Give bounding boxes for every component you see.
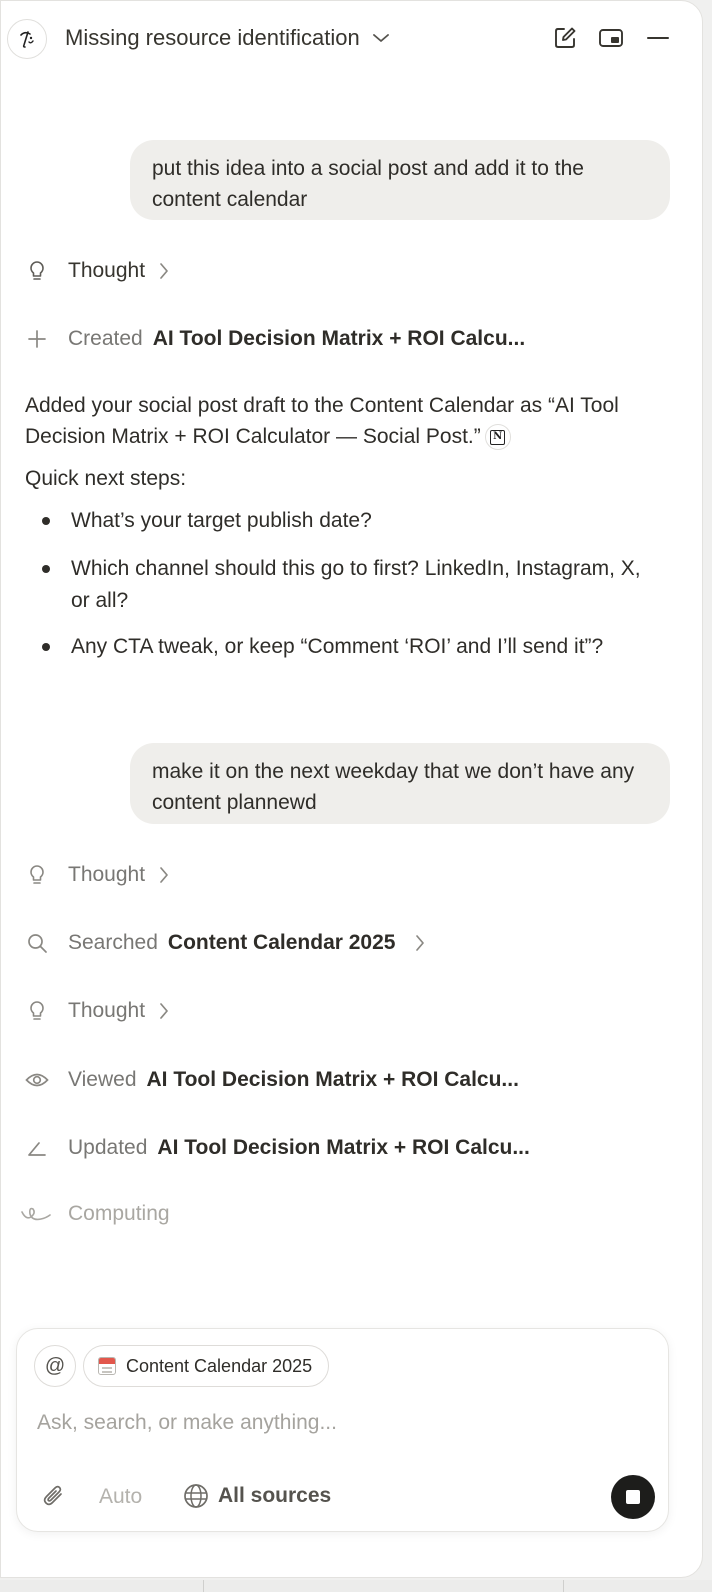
computing-status: Computing (21, 1198, 170, 1230)
step-object: AI Tool Decision Matrix + ROI Calcu... (157, 1136, 530, 1159)
model-selector[interactable]: Auto (99, 1485, 142, 1509)
paperclip-icon (43, 1485, 62, 1506)
list-item: What’s your target publish date? (25, 505, 665, 537)
user-message: put this idea into a social post and add… (130, 140, 670, 220)
conversation-title-dropdown[interactable]: Missing resource identification (65, 25, 390, 51)
thought-step[interactable]: Thought (25, 859, 169, 891)
calendar-icon (98, 1357, 116, 1375)
at-icon: @ (44, 1354, 66, 1377)
user-message: make it on the next weekday that we don’… (130, 743, 670, 824)
picture-in-picture-icon (599, 29, 623, 47)
chat-composer: @ Content Calendar 2025 Auto All sources (16, 1328, 669, 1532)
ai-chat-panel: Missing resource identification put this… (0, 0, 703, 1578)
loading-spinner-icon (21, 1202, 51, 1226)
context-chip[interactable]: Content Calendar 2025 (83, 1345, 330, 1387)
step-verb: Thought (68, 999, 146, 1022)
chevron-right-icon (415, 934, 425, 952)
eye-icon (25, 1068, 49, 1092)
divider (563, 1580, 564, 1592)
lightbulb-icon (25, 259, 49, 283)
plus-icon (25, 327, 49, 351)
step-verb: Updated (68, 1136, 148, 1159)
notion-icon: N (490, 429, 506, 445)
step-verb: Thought (68, 863, 146, 886)
divider (203, 1580, 204, 1592)
search-icon (25, 931, 49, 955)
step-verb: Created (68, 327, 143, 350)
minimize-button[interactable] (645, 25, 671, 51)
minimize-icon (647, 37, 669, 39)
stop-icon (626, 1490, 640, 1504)
list-item: Any CTA tweak, or keep “Comment ‘ROI’ an… (25, 631, 665, 663)
avatar[interactable] (7, 19, 47, 59)
stop-generation-button[interactable] (611, 1475, 655, 1519)
response-text: Added your social post draft to the Cont… (25, 394, 619, 448)
lightbulb-icon (25, 999, 49, 1023)
notion-page-link[interactable]: N (484, 424, 511, 451)
thought-step[interactable]: Thought (25, 995, 169, 1027)
list-item: Which channel should this go to first? L… (25, 553, 665, 617)
floating-window-button[interactable] (598, 25, 624, 51)
attach-button[interactable] (39, 1481, 69, 1511)
prompt-input[interactable] (37, 1405, 647, 1441)
thought-step[interactable]: Thought (25, 255, 169, 287)
status-label: Computing (68, 1202, 170, 1225)
new-chat-button[interactable] (552, 25, 578, 51)
sources-selector[interactable]: All sources (183, 1481, 331, 1511)
step-object: Content Calendar 2025 (167, 931, 396, 954)
conversation-title: Missing resource identification (65, 25, 360, 50)
compose-icon (555, 27, 576, 48)
globe-icon (184, 1484, 208, 1508)
mention-button[interactable]: @ (34, 1345, 76, 1387)
viewed-step[interactable]: Viewed AI Tool Decision Matrix + ROI Cal… (25, 1064, 519, 1096)
header: Missing resource identification (1, 1, 702, 75)
chevron-down-icon (372, 34, 389, 42)
pencil-icon (25, 1136, 49, 1160)
assistant-response: Added your social post draft to the Cont… (25, 390, 665, 452)
step-verb: Viewed (68, 1068, 137, 1091)
step-verb: Thought (68, 259, 146, 282)
chevron-right-icon (159, 1002, 169, 1020)
ai-face-icon (20, 31, 34, 48)
next-steps-heading: Quick next steps: (25, 467, 187, 490)
step-object: AI Tool Decision Matrix + ROI Calcu... (146, 1068, 519, 1091)
lightbulb-icon (25, 863, 49, 887)
step-verb: Searched (68, 931, 158, 954)
context-chip-label: Content Calendar 2025 (126, 1355, 313, 1376)
chevron-right-icon (159, 866, 169, 884)
step-object: AI Tool Decision Matrix + ROI Calcu... (152, 327, 526, 350)
next-steps-list: What’s your target publish date? Which c… (25, 505, 665, 663)
searched-step[interactable]: Searched Content Calendar 2025 (25, 927, 425, 959)
chevron-right-icon (159, 262, 169, 280)
created-step[interactable]: Created AI Tool Decision Matrix + ROI Ca… (25, 323, 525, 355)
updated-step[interactable]: Updated AI Tool Decision Matrix + ROI Ca… (25, 1132, 530, 1164)
sources-label: All sources (218, 1484, 332, 1507)
window-bottom-edge (0, 1580, 712, 1592)
